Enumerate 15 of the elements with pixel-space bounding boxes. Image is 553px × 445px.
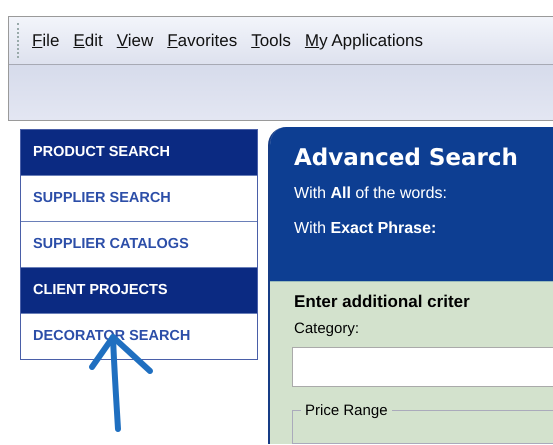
menu-item[interactable]: Tools xyxy=(251,30,291,50)
menu-item[interactable]: Edit xyxy=(73,30,103,50)
menu-item[interactable]: Favorites xyxy=(167,30,238,50)
search-option-label: With All of the words: xyxy=(294,185,448,203)
price-range-legend: Price Range xyxy=(301,402,392,419)
sidebar-item[interactable]: PRODUCT SEARCH xyxy=(21,130,257,175)
menu-item[interactable]: View xyxy=(116,30,154,50)
search-option-label: With Exact Phrase: xyxy=(294,220,438,238)
sidebar-item[interactable]: CLIENT PROJECTS xyxy=(21,267,257,313)
menu-item[interactable]: My Applications xyxy=(304,30,424,50)
criteria-heading: Enter additional criter xyxy=(294,292,471,312)
category-field[interactable] xyxy=(292,347,553,387)
panel-title: Advanced Search xyxy=(294,145,519,171)
menu-item[interactable]: File xyxy=(32,30,60,50)
category-label: Category: xyxy=(294,320,360,337)
